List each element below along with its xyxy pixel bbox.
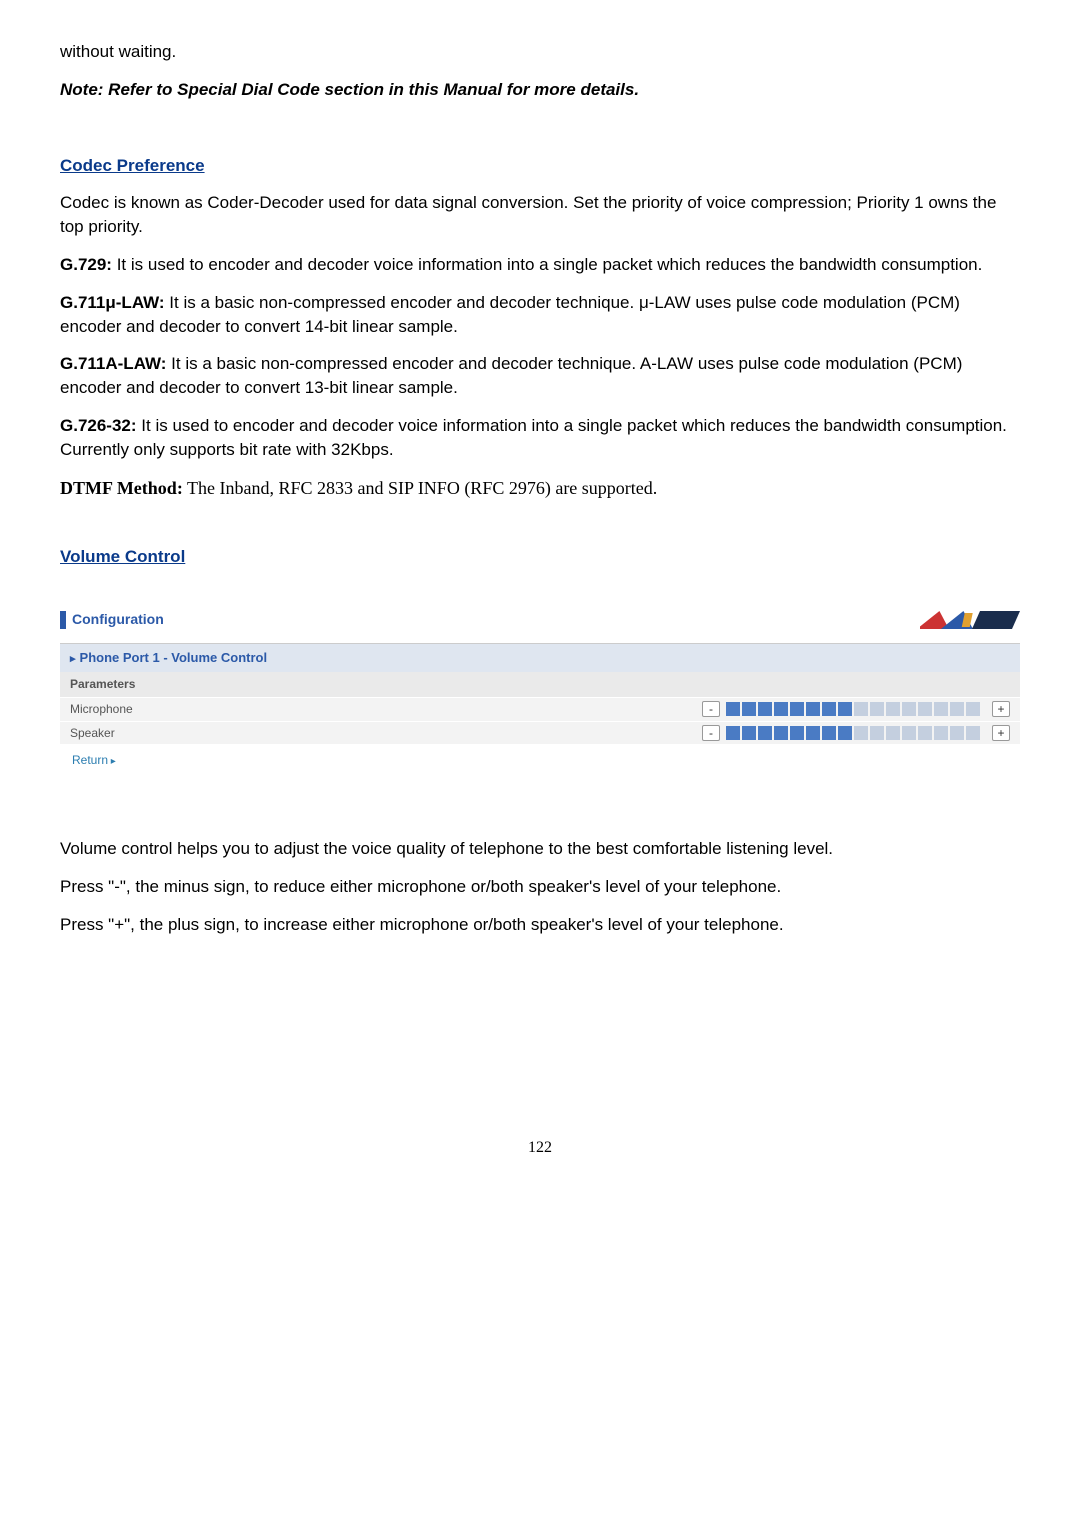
g729-label: G.729:	[60, 255, 112, 274]
volume-segment	[902, 726, 916, 740]
speaker-controls: - +	[702, 725, 1010, 741]
volume-segment	[966, 702, 980, 716]
volume-segment	[726, 726, 740, 740]
volume-segment	[838, 726, 852, 740]
config-header: Configuration	[60, 601, 1020, 643]
dtmf-text: The Inband, RFC 2833 and SIP INFO (RFC 2…	[183, 478, 657, 498]
g711u-text: It is a basic non-compressed encoder and…	[60, 293, 960, 336]
volume-segment	[838, 702, 852, 716]
volume-segment	[966, 726, 980, 740]
volume-segment	[918, 702, 932, 716]
return-row: Return	[60, 744, 1020, 777]
blue-bar-icon	[60, 611, 66, 629]
volume-segment	[822, 702, 836, 716]
volume-segment	[934, 726, 948, 740]
dtmf-label: DTMF Method:	[60, 478, 183, 498]
volume-segment	[806, 702, 820, 716]
mic-minus-button[interactable]: -	[702, 701, 720, 717]
config-title-wrap: Configuration	[60, 610, 164, 630]
volume-segment	[886, 726, 900, 740]
speaker-row: Speaker - +	[60, 721, 1020, 745]
volume-segment	[886, 702, 900, 716]
microphone-controls: - +	[702, 701, 1010, 717]
parameters-header: Parameters	[60, 672, 1020, 697]
volume-segment	[822, 726, 836, 740]
volume-control-heading[interactable]: Volume Control	[60, 545, 185, 569]
volume-segment	[758, 726, 772, 740]
volume-segment	[790, 726, 804, 740]
g729-text: It is used to encoder and decoder voice …	[112, 255, 982, 274]
volume-segment	[758, 702, 772, 716]
volume-segment	[774, 702, 788, 716]
dtmf-paragraph: DTMF Method: The Inband, RFC 2833 and SI…	[60, 476, 1020, 501]
speaker-label: Speaker	[70, 725, 370, 742]
g711a-label: G.711A-LAW:	[60, 354, 166, 373]
volume-segment	[950, 726, 964, 740]
config-title: Configuration	[72, 610, 164, 630]
g711a-paragraph: G.711A-LAW: It is a basic non-compressed…	[60, 352, 1020, 400]
intro-text: without waiting.	[60, 40, 1020, 64]
microphone-row: Microphone - +	[60, 697, 1020, 721]
panel-subheader: Phone Port 1 - Volume Control	[60, 643, 1020, 672]
volume-segment	[918, 726, 932, 740]
volume-segment	[774, 726, 788, 740]
volume-desc-1: Volume control helps you to adjust the v…	[60, 837, 1020, 861]
volume-segment	[742, 702, 756, 716]
g726-paragraph: G.726-32: It is used to encoder and deco…	[60, 414, 1020, 462]
g726-text: It is used to encoder and decoder voice …	[60, 416, 1007, 459]
return-link[interactable]: Return	[72, 753, 116, 767]
volume-desc-3: Press "+", the plus sign, to increase ei…	[60, 913, 1020, 937]
mic-plus-button[interactable]: +	[992, 701, 1010, 717]
g711u-paragraph: G.711μ-LAW: It is a basic non-compressed…	[60, 291, 1020, 339]
speaker-volume-bar	[726, 726, 986, 740]
codec-intro: Codec is known as Coder-Decoder used for…	[60, 191, 1020, 239]
volume-segment	[742, 726, 756, 740]
speaker-plus-button[interactable]: +	[992, 725, 1010, 741]
volume-segment	[870, 702, 884, 716]
speaker-minus-button[interactable]: -	[702, 725, 720, 741]
mic-volume-bar	[726, 702, 986, 716]
page-number: 122	[60, 1137, 1020, 1159]
g711a-text: It is a basic non-compressed encoder and…	[60, 354, 962, 397]
g726-label: G.726-32:	[60, 416, 137, 435]
volume-segment	[870, 726, 884, 740]
volume-segment	[854, 702, 868, 716]
volume-segment	[790, 702, 804, 716]
g711u-label: G.711μ-LAW:	[60, 293, 165, 312]
microphone-label: Microphone	[70, 701, 370, 718]
note-text: Note: Refer to Special Dial Code section…	[60, 78, 1020, 102]
volume-segment	[854, 726, 868, 740]
volume-desc-2: Press "-", the minus sign, to reduce eit…	[60, 875, 1020, 899]
brand-logo-icon	[920, 607, 1020, 633]
codec-preference-heading[interactable]: Codec Preference	[60, 154, 205, 178]
volume-segment	[726, 702, 740, 716]
g729-paragraph: G.729: It is used to encoder and decoder…	[60, 253, 1020, 277]
volume-segment	[902, 702, 916, 716]
volume-segment	[950, 702, 964, 716]
volume-segment	[934, 702, 948, 716]
volume-segment	[806, 726, 820, 740]
configuration-panel: Configuration Phone Port 1 - Volume Cont…	[60, 601, 1020, 778]
